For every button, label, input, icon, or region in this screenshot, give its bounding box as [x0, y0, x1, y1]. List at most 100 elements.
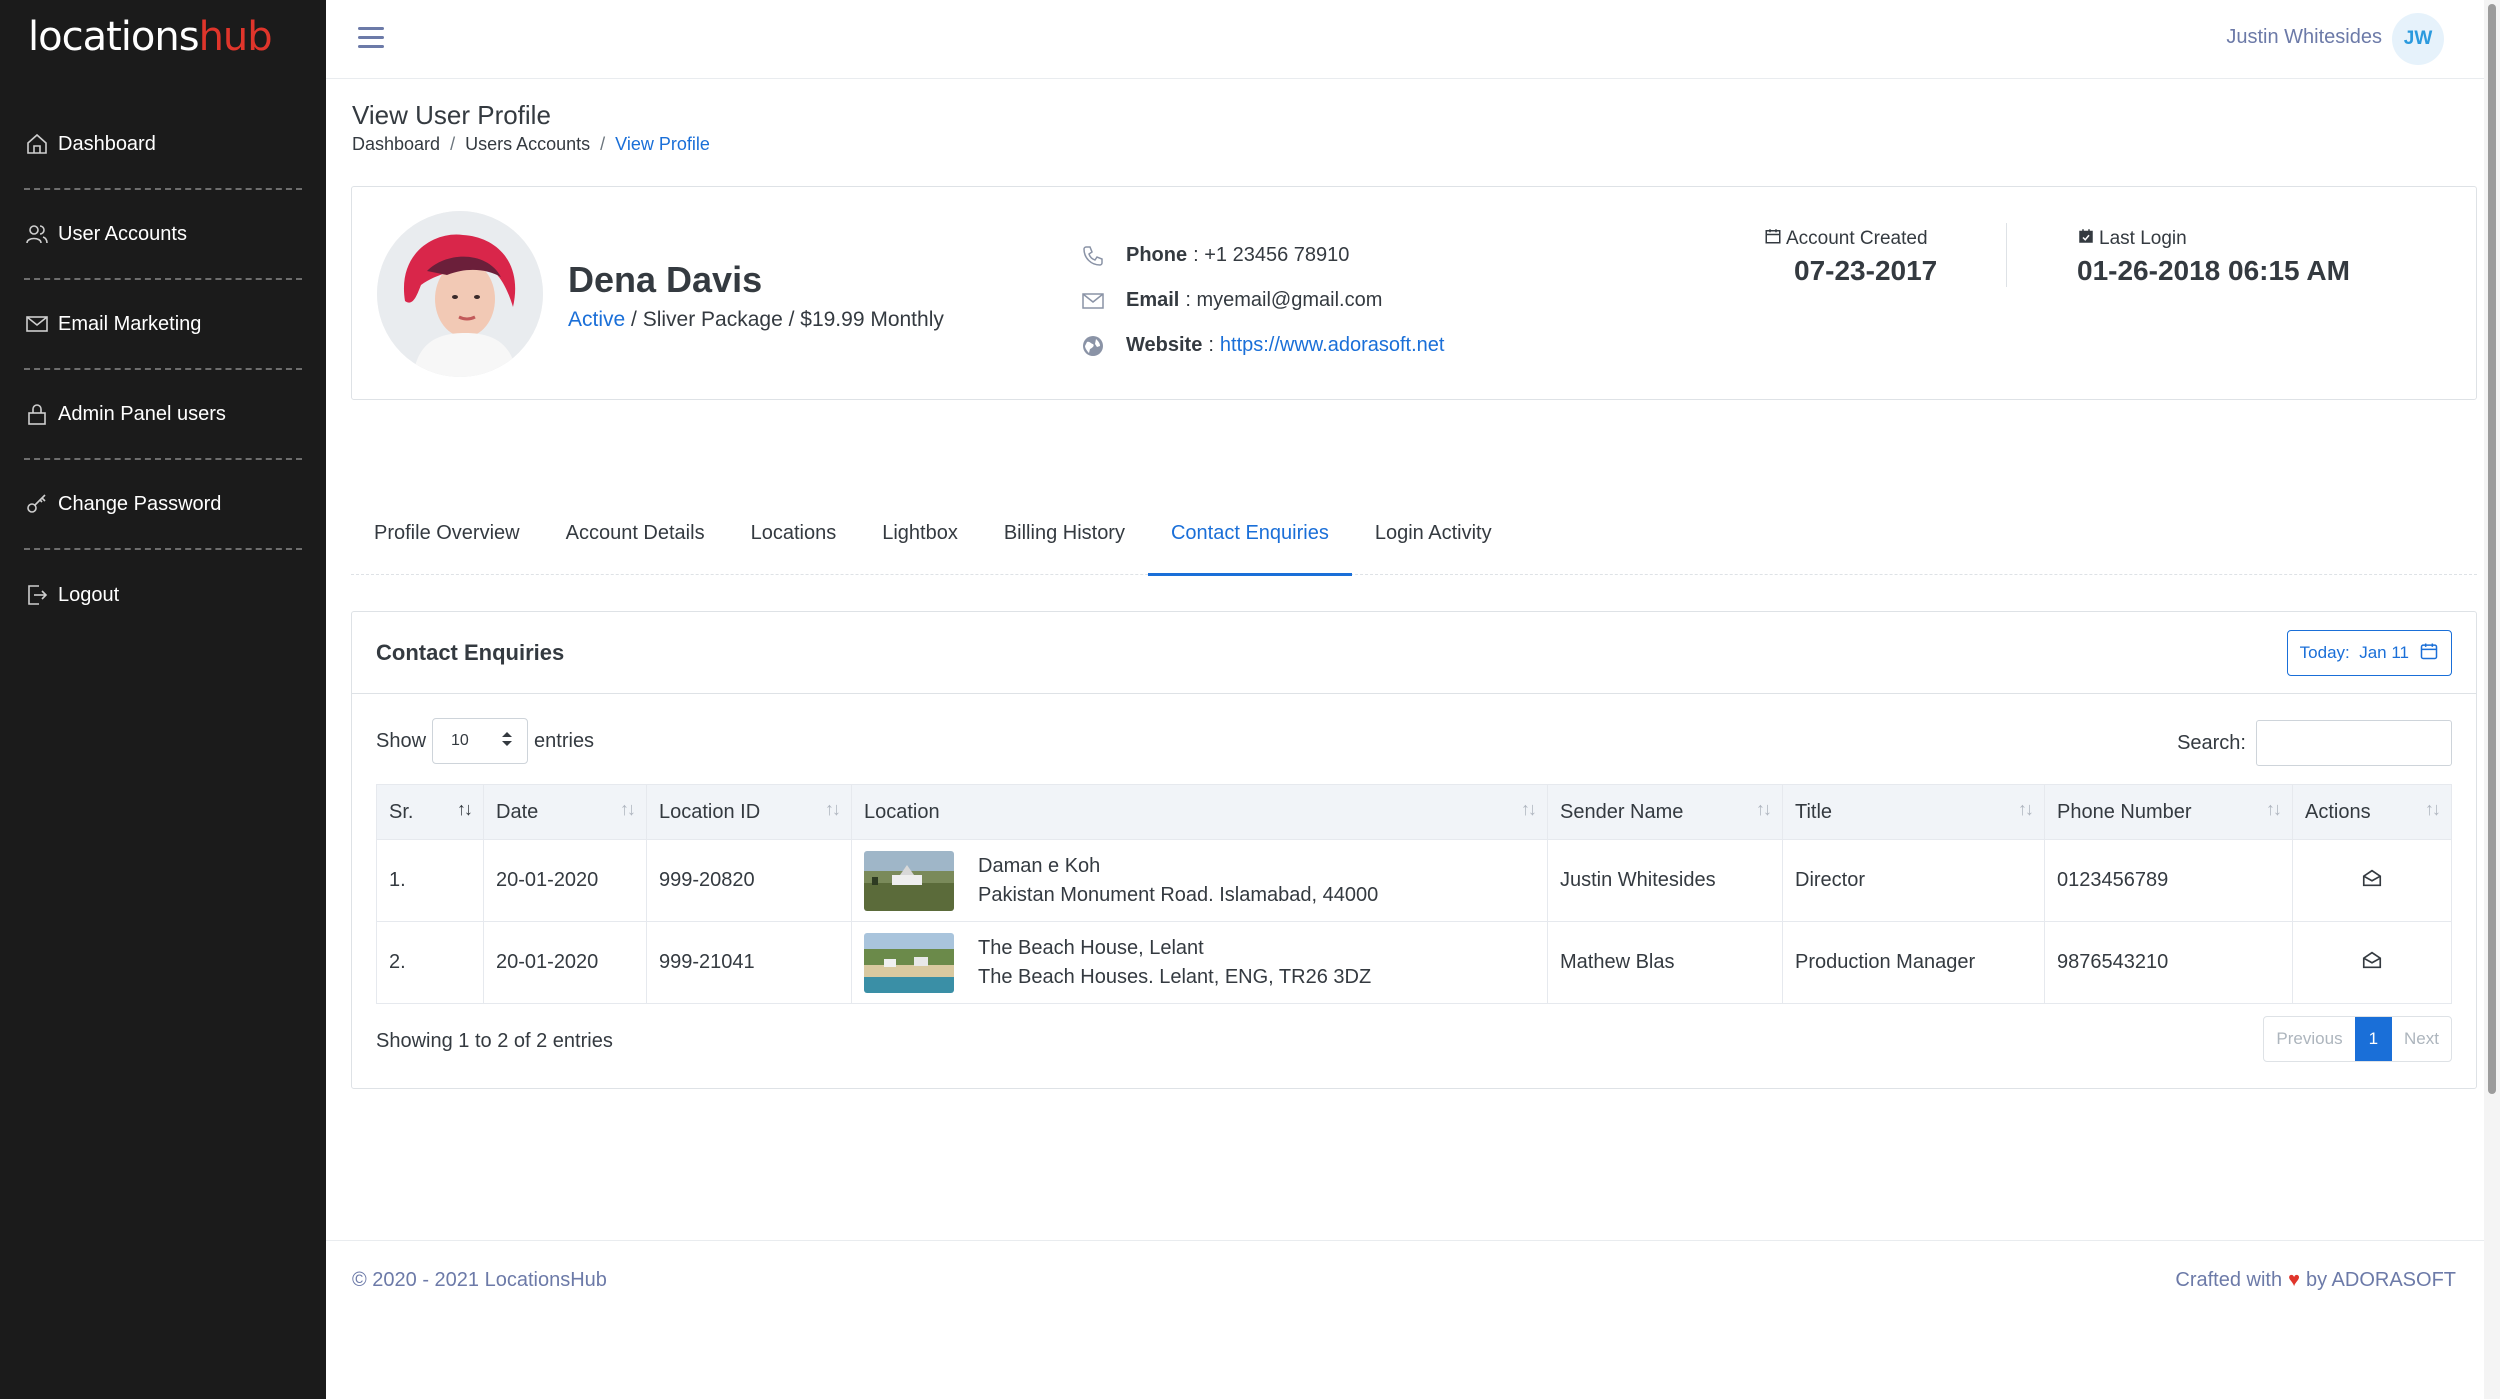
sidebar-item-label: Email Marketing: [58, 312, 202, 335]
footer-crafted: Crafted with: [2175, 1269, 2283, 1291]
brand-logo-part1: locations: [28, 14, 200, 60]
date-filter-button[interactable]: Today: Jan 11: [2286, 630, 2452, 676]
key-icon: [24, 491, 50, 517]
col-location[interactable]: Location ↑↓: [851, 784, 1548, 840]
entries-value: 10: [451, 732, 469, 749]
user-avatar[interactable]: JW: [2392, 13, 2444, 65]
sort-icon: ↑↓: [2018, 799, 2034, 819]
account-created-label: Account Created: [1786, 228, 1928, 249]
sort-icon: ↑↓: [457, 799, 473, 819]
footer-by[interactable]: by ADORASOFT: [2306, 1269, 2456, 1292]
breadcrumb-dashboard[interactable]: Dashboard: [352, 134, 440, 155]
email-value: : myemail@gmail.com: [1185, 289, 1383, 311]
cell-sr: 1.: [376, 839, 484, 922]
brand-logo[interactable]: locationshub: [28, 14, 273, 60]
page-title: View User Profile: [352, 100, 551, 130]
location-name: Daman e Koh: [978, 854, 1101, 877]
open-mail-icon[interactable]: [2361, 951, 2383, 976]
profile-avatar: [377, 211, 543, 377]
show-label: Show: [376, 729, 427, 752]
globe-icon: [1078, 331, 1108, 361]
heart-icon: ♥: [2288, 1269, 2300, 1291]
cell-phone: 9876543210: [2044, 921, 2293, 1004]
breadcrumb-view-profile: View Profile: [615, 134, 710, 154]
location-text: The Beach House, Lelant The Beach Houses…: [978, 934, 1371, 992]
sidebar-item-change-password[interactable]: Change Password: [24, 460, 302, 550]
account-created-stat: Account Created 07-23-2017: [1764, 227, 1937, 287]
calendar-icon: [2419, 641, 2439, 666]
select-arrows-icon: [501, 731, 513, 752]
tab-billing-history[interactable]: Billing History: [981, 508, 1148, 575]
profile-name: Dena Davis: [568, 259, 763, 300]
sidebar-item-label: Dashboard: [58, 132, 156, 155]
col-sr[interactable]: Sr. ↑↓: [376, 784, 484, 840]
col-label: Sr.: [389, 800, 414, 823]
cell-date: 20-01-2020: [483, 839, 647, 922]
col-label: Actions: [2305, 800, 2371, 823]
page-scrollbar[interactable]: [2484, 0, 2500, 1399]
sidebar-item-label: Logout: [58, 583, 120, 606]
col-sender-name[interactable]: Sender Name ↑↓: [1547, 784, 1783, 840]
tab-locations[interactable]: Locations: [728, 508, 860, 575]
pagination-page-1[interactable]: 1: [2354, 1017, 2393, 1061]
tab-account-details[interactable]: Account Details: [543, 508, 728, 575]
calendar-check-icon: [2077, 227, 2095, 251]
sidebar-item-logout[interactable]: Logout: [24, 550, 302, 640]
col-label: Sender Name: [1560, 800, 1684, 823]
location-thumbnail[interactable]: [864, 932, 954, 993]
date-filter-label: Today: Jan 11: [2299, 643, 2409, 662]
search-label: Search:: [2177, 731, 2246, 754]
menu-toggle-icon[interactable]: [358, 27, 384, 51]
header-user-name[interactable]: Justin Whitesides: [2226, 26, 2382, 49]
col-actions[interactable]: Actions ↑↓: [2292, 784, 2452, 840]
search-input[interactable]: [2256, 720, 2452, 766]
sort-icon: ↑↓: [1756, 799, 1772, 819]
tab-contact-enquiries[interactable]: Contact Enquiries: [1147, 508, 1352, 576]
col-title[interactable]: Title ↑↓: [1782, 784, 2045, 840]
cell-location-id: 999-20820: [646, 839, 852, 922]
tab-lightbox[interactable]: Lightbox: [859, 508, 981, 575]
scrollbar-thumb[interactable]: [2488, 4, 2496, 1094]
sidebar-item-dashboard[interactable]: Dashboard: [24, 100, 302, 190]
tab-profile-overview[interactable]: Profile Overview: [351, 508, 543, 575]
pagination-next[interactable]: Next: [2392, 1017, 2451, 1061]
footer: © 2020 - 2021 LocationsHub Crafted with …: [326, 1240, 2484, 1399]
lock-icon: [24, 401, 50, 427]
website-label: Website: [1126, 334, 1203, 356]
top-bar: Justin Whitesides JW: [326, 0, 2484, 79]
cell-location-id: 999-21041: [646, 921, 852, 1004]
last-login-stat: Last Login 01-26-2018 06:15 AM: [2077, 227, 2350, 287]
tab-login-activity[interactable]: Login Activity: [1352, 508, 1515, 575]
envelope-icon: [1078, 286, 1108, 316]
location-thumbnail[interactable]: [864, 850, 954, 911]
breadcrumb-users-accounts[interactable]: Users Accounts: [465, 134, 590, 155]
last-login-label-row: Last Login: [2077, 227, 2350, 251]
enquiries-table: Sr. ↑↓ Date ↑↓ Location ID ↑↓ Location ↑↓ Se…: [376, 784, 2452, 1004]
col-date[interactable]: Date ↑↓: [483, 784, 647, 840]
phone-row: Phone: +1 23456 78910: [1078, 233, 1444, 278]
sidebar-item-admin-panel-users[interactable]: Admin Panel users: [24, 370, 302, 460]
sidebar-item-label: Admin Panel users: [58, 402, 226, 425]
email-label: Email: [1126, 289, 1180, 311]
brand-logo-part2: hub: [198, 14, 273, 60]
website-row: Website: https://www.adorasoft.net: [1078, 323, 1444, 368]
contact-enquiries-card: Contact Enquiries Today: Jan 11 Show 10 …: [351, 611, 2477, 1089]
location-address: The Beach Houses. Lelant, ENG, TR26 3DZ: [978, 965, 1372, 988]
sidebar: locationshub Dashboard User Accounts Ema…: [0, 0, 326, 1399]
location-address: Pakistan Monument Road. Islamabad, 44000: [978, 883, 1379, 906]
col-label: Date: [496, 800, 539, 823]
website-link[interactable]: https://www.adorasoft.net: [1220, 334, 1445, 357]
sidebar-item-user-accounts[interactable]: User Accounts: [24, 190, 302, 280]
location-name: The Beach House, Lelant: [978, 936, 1204, 959]
open-mail-icon[interactable]: [2361, 869, 2383, 894]
sidebar-item-email-marketing[interactable]: Email Marketing: [24, 280, 302, 370]
pagination-previous[interactable]: Previous: [2264, 1017, 2354, 1061]
card-title: Contact Enquiries: [376, 640, 565, 665]
col-label: Title: [1795, 800, 1833, 823]
entries-select[interactable]: 10: [432, 718, 529, 764]
col-location-id[interactable]: Location ID ↑↓: [646, 784, 852, 840]
col-phone-number[interactable]: Phone Number ↑↓: [2044, 784, 2293, 840]
cell-title: Production Manager: [1782, 921, 2045, 1004]
account-created-value: 07-23-2017: [1794, 255, 1938, 286]
logout-icon: [24, 582, 50, 608]
